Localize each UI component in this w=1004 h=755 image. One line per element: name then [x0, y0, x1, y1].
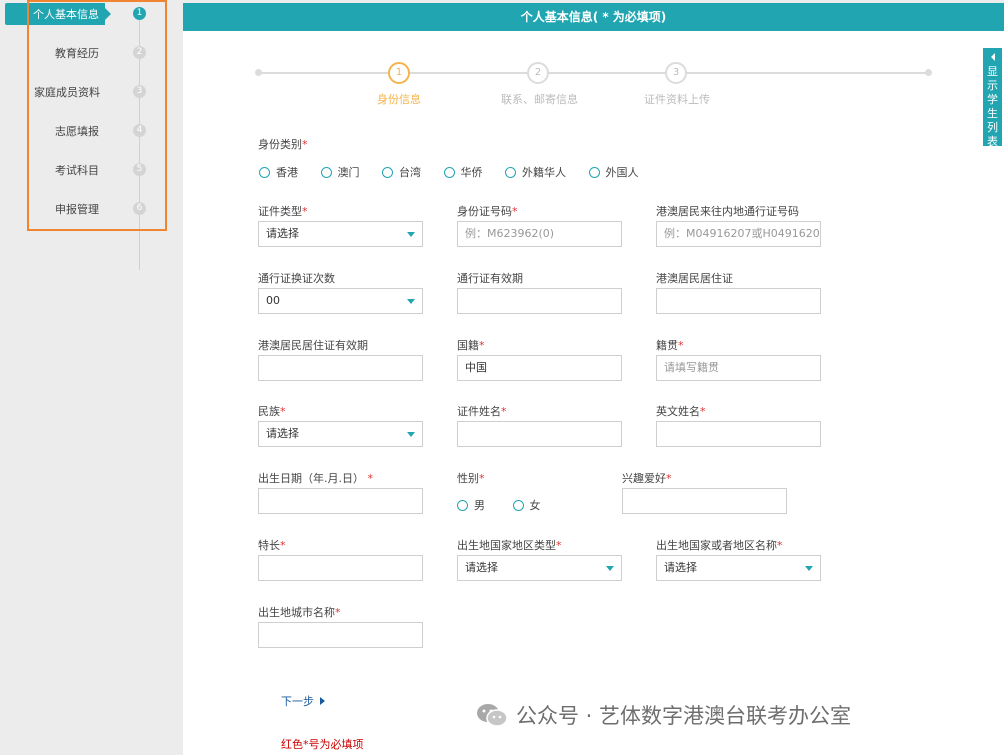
side-tab-label: 显示学生列表 — [987, 65, 998, 148]
identity-option-overseas-chinese[interactable]: 华侨 — [443, 164, 483, 180]
birth-region-name-select[interactable]: 请选择 — [656, 555, 821, 581]
radio-circle-icon[interactable] — [382, 167, 393, 178]
doc-name-input[interactable] — [457, 421, 622, 447]
specialty-label: 特长* — [258, 539, 286, 552]
birth-date-input[interactable] — [258, 488, 423, 514]
left-arrow-icon — [990, 53, 995, 61]
permit-renewals-label: 通行证换证次数 — [258, 272, 335, 285]
permit-renewals-select[interactable]: 00 — [258, 288, 423, 314]
wechat-icon — [477, 704, 508, 727]
birth-city-input[interactable] — [258, 622, 423, 648]
next-step-link[interactable]: 下一步 — [281, 693, 325, 709]
radio-circle-icon[interactable] — [443, 167, 455, 178]
sidebar: 个人基本信息 1 教育经历 2 家庭成员资料 3 志愿填报 4 考试科目 5 申… — [0, 0, 183, 755]
residence-expiry-label: 港澳居民居住证有效期 — [258, 339, 368, 352]
native-place-input[interactable]: 请填写籍贯 — [656, 355, 821, 381]
page-title: 个人基本信息( * 为必填项) — [183, 3, 1004, 31]
birth-region-type-select[interactable]: 请选择 — [457, 555, 622, 581]
radio-circle-icon[interactable] — [457, 500, 468, 511]
gender-option-male[interactable]: 男 — [457, 497, 485, 513]
birth-city-label: 出生地城市名称* — [258, 606, 341, 619]
highlight-frame — [27, 0, 167, 231]
radio-circle-icon[interactable] — [512, 500, 524, 511]
ethnicity-select[interactable]: 请选择 — [258, 421, 423, 447]
identity-option-macau[interactable]: 澳门 — [320, 164, 360, 180]
nationality-input[interactable]: 中国 — [457, 355, 622, 381]
permit-expiry-label: 通行证有效期 — [457, 272, 523, 285]
dropdown-arrow-icon — [407, 432, 415, 437]
dropdown-arrow-icon — [606, 566, 614, 571]
main-panel: 个人基本信息( * 为必填项) 1 身份信息 2 联系、邮寄信息 3 证件资料上… — [183, 3, 1004, 755]
birth-region-name-label: 出生地国家或者地区名称* — [656, 539, 783, 552]
step-2-label: 联系、邮寄信息 — [501, 93, 578, 106]
step-1-circle[interactable]: 1 — [388, 62, 410, 84]
identity-option-foreign-chinese[interactable]: 外籍华人 — [505, 164, 566, 180]
show-student-list-tab[interactable]: 显示学生列表 — [983, 48, 1002, 148]
doc-type-label: 证件类型* — [258, 205, 308, 218]
doc-type-select[interactable]: 请选择 — [258, 221, 423, 247]
dropdown-arrow-icon — [805, 566, 813, 571]
identity-option-taiwan[interactable]: 台湾 — [382, 164, 421, 180]
identity-radio-group: 香港 澳门 台湾 华侨 外籍华人 外国人 — [259, 164, 658, 180]
hobbies-label: 兴趣爱好* — [622, 472, 672, 485]
identity-label: 身份类别* — [258, 138, 308, 151]
stepper-end-dot — [925, 69, 932, 76]
gender-option-female[interactable]: 女 — [512, 497, 541, 513]
radio-circle-icon[interactable] — [588, 167, 600, 178]
dropdown-arrow-icon — [407, 232, 415, 237]
birth-region-type-label: 出生地国家地区类型* — [457, 539, 562, 552]
birth-date-label: 出生日期（年.月.日） * — [258, 472, 373, 485]
identity-option-hongkong[interactable]: 香港 — [259, 164, 298, 180]
english-name-input[interactable] — [656, 421, 821, 447]
permit-number-label: 港澳居民来往内地通行证号码 — [656, 205, 799, 218]
step-3-circle[interactable]: 3 — [665, 62, 687, 84]
english-name-label: 英文姓名* — [656, 405, 706, 418]
gender-label: 性别* — [457, 472, 485, 485]
id-number-label: 身份证号码* — [457, 205, 518, 218]
step-3-label: 证件资料上传 — [644, 93, 710, 106]
residence-permit-label: 港澳居民居住证 — [656, 272, 733, 285]
ethnicity-label: 民族* — [258, 405, 286, 418]
gender-radio-group: 男 女 — [457, 497, 560, 513]
watermark: 公众号 · 艺体数字港澳台联考办公室 — [476, 700, 851, 732]
step-2-circle[interactable]: 2 — [527, 62, 549, 84]
step-1-label: 身份信息 — [377, 93, 421, 106]
permit-expiry-input[interactable] — [457, 288, 622, 314]
id-number-input[interactable]: 例：M623962(0) — [457, 221, 622, 247]
specialty-input[interactable] — [258, 555, 423, 581]
dropdown-arrow-icon — [407, 299, 415, 304]
permit-number-input[interactable]: 例：M04916207或H04916207 — [656, 221, 821, 247]
residence-expiry-input[interactable] — [258, 355, 423, 381]
native-place-label: 籍贯* — [656, 339, 684, 352]
hobbies-input[interactable] — [622, 488, 787, 514]
identity-option-foreigner[interactable]: 外国人 — [588, 164, 639, 180]
radio-circle-icon[interactable] — [259, 167, 270, 178]
stepper-start-dot — [255, 69, 262, 76]
doc-name-label: 证件姓名* — [457, 405, 507, 418]
watermark-text: 公众号 · 艺体数字港澳台联考办公室 — [516, 704, 852, 728]
required-note: 红色*号为必填项 — [281, 738, 364, 751]
nationality-label: 国籍* — [457, 339, 485, 352]
residence-permit-input[interactable] — [656, 288, 821, 314]
radio-circle-icon[interactable] — [320, 167, 332, 178]
right-arrow-icon — [320, 697, 325, 705]
radio-circle-icon[interactable] — [505, 167, 516, 178]
stepper-track — [258, 72, 930, 74]
